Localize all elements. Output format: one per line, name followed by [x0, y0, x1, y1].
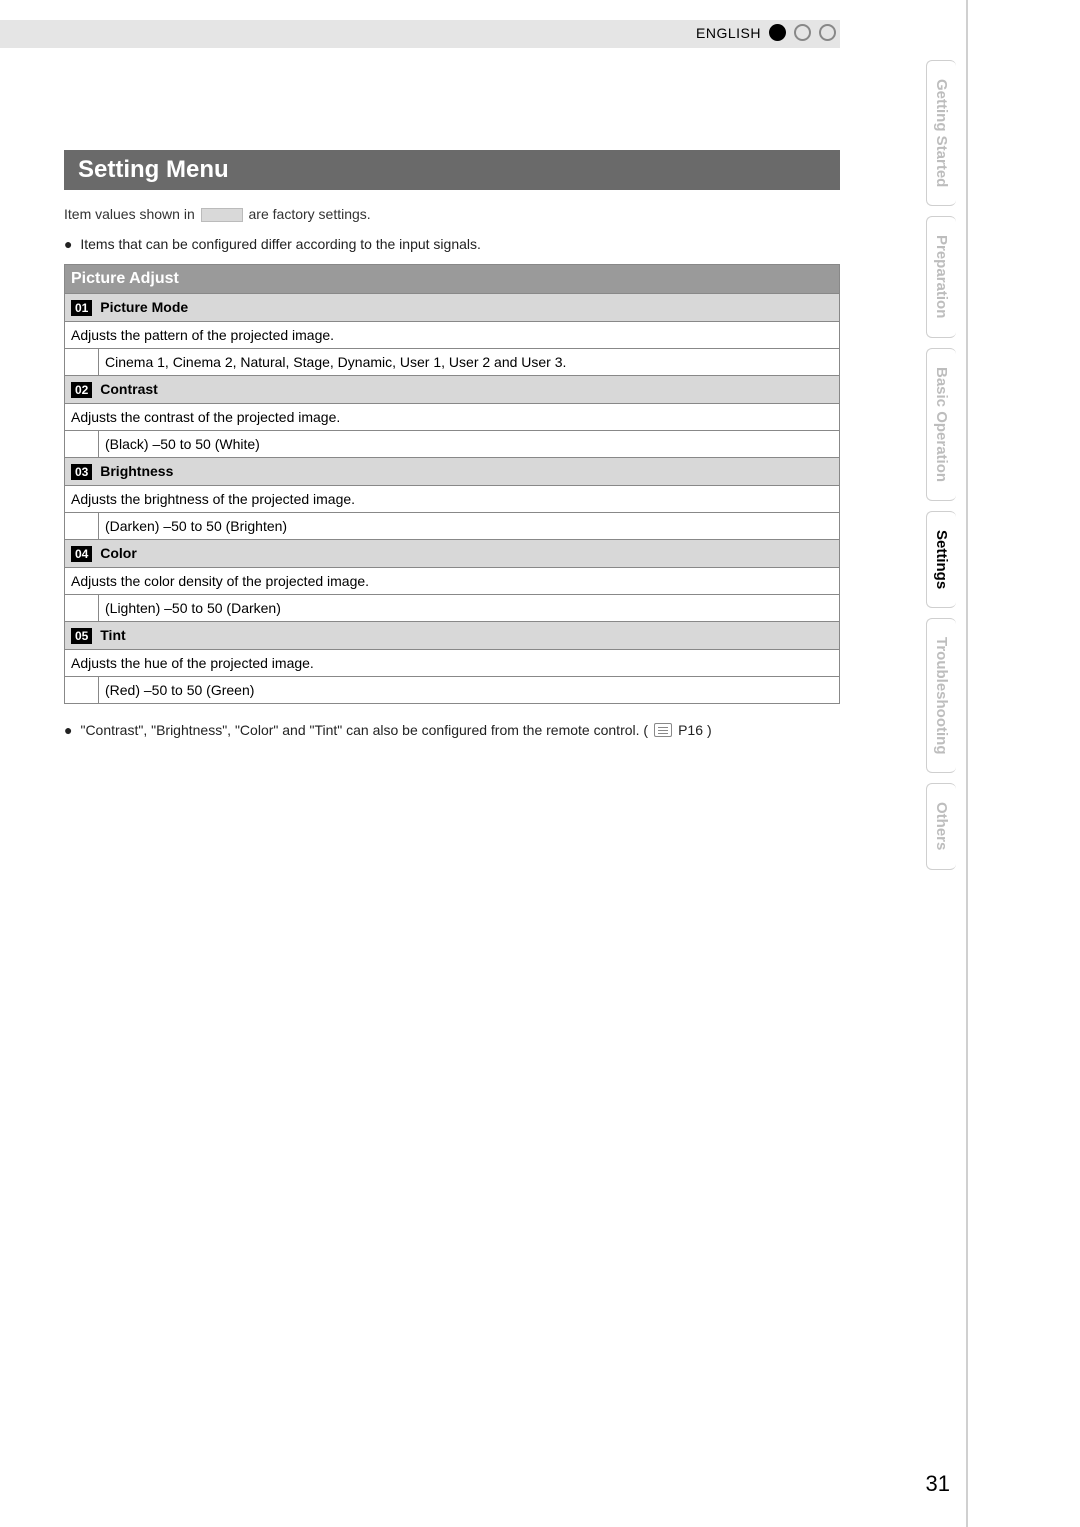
item-number: 05	[71, 628, 92, 644]
content-area: Setting Menu Item values shown in are fa…	[64, 150, 840, 738]
lang-dot-icon	[819, 24, 836, 41]
pad-cell	[65, 677, 99, 704]
pad-cell	[65, 349, 99, 376]
item-name: Brightness	[100, 463, 173, 479]
footnote-ref: P16	[678, 722, 703, 738]
pad-cell	[65, 513, 99, 540]
bullet-icon: ●	[64, 236, 72, 252]
section-picture-adjust: Picture Adjust	[65, 265, 840, 294]
language-indicator: ENGLISH	[696, 24, 836, 41]
pad-cell	[65, 431, 99, 458]
tab-others[interactable]: Others	[926, 783, 956, 869]
pad-cell	[65, 595, 99, 622]
row-desc: Adjusts the pattern of the projected ima…	[65, 322, 840, 349]
item-number: 03	[71, 464, 92, 480]
item-name: Picture Mode	[100, 299, 188, 315]
item-number: 02	[71, 382, 92, 398]
row-range: (Red) –50 to 50 (Green)	[99, 677, 840, 704]
row-range: (Lighten) –50 to 50 (Darken)	[99, 595, 840, 622]
tab-troubleshooting[interactable]: Troubleshooting	[926, 618, 956, 774]
row-range: Cinema 1, Cinema 2, Natural, Stage, Dyna…	[99, 349, 840, 376]
row-picture-mode: 01 Picture Mode	[65, 294, 840, 322]
intro-signal-text: Items that can be configured differ acco…	[80, 236, 481, 252]
intro-factory-note: Item values shown in are factory setting…	[64, 206, 840, 222]
item-name: Tint	[100, 627, 125, 643]
intro-text-b: are factory settings.	[249, 206, 371, 222]
row-range: (Black) –50 to 50 (White)	[99, 431, 840, 458]
row-desc: Adjusts the hue of the projected image.	[65, 650, 840, 677]
item-number: 04	[71, 546, 92, 562]
row-desc: Adjusts the contrast of the projected im…	[65, 404, 840, 431]
factory-swatch-icon	[201, 208, 243, 222]
intro-text-a: Item values shown in	[64, 206, 199, 222]
item-number: 01	[71, 300, 92, 316]
tab-preparation[interactable]: Preparation	[926, 216, 956, 337]
page-reference-icon	[654, 723, 672, 737]
bullet-icon: ●	[64, 722, 72, 738]
row-range: (Darken) –50 to 50 (Brighten)	[99, 513, 840, 540]
row-desc: Adjusts the color density of the project…	[65, 568, 840, 595]
page-title: Setting Menu	[64, 150, 840, 190]
tab-basic-operation[interactable]: Basic Operation	[926, 348, 956, 501]
page-number: 31	[926, 1471, 950, 1497]
language-label: ENGLISH	[696, 25, 761, 41]
row-contrast: 02 Contrast	[65, 376, 840, 404]
footnote-text-b: )	[707, 722, 712, 738]
row-tint: 05 Tint	[65, 622, 840, 650]
item-name: Color	[100, 545, 137, 561]
row-brightness: 03 Brightness	[65, 458, 840, 486]
item-name: Contrast	[100, 381, 158, 397]
row-color: 04 Color	[65, 540, 840, 568]
intro-signal-note: ● Items that can be configured differ ac…	[64, 236, 840, 252]
tab-getting-started[interactable]: Getting Started	[926, 60, 956, 206]
page-edge-line	[966, 0, 968, 1527]
side-tabs: Getting Started Preparation Basic Operat…	[926, 60, 962, 880]
lang-dot-icon	[794, 24, 811, 41]
row-desc: Adjusts the brightness of the projected …	[65, 486, 840, 513]
lang-dot-active-icon	[769, 24, 786, 41]
footnote: ● "Contrast", "Brightness", "Color" and …	[64, 722, 840, 738]
footnote-text-a: "Contrast", "Brightness", "Color" and "T…	[80, 722, 648, 738]
tab-settings[interactable]: Settings	[926, 511, 956, 608]
settings-table: Picture Adjust 01 Picture Mode Adjusts t…	[64, 264, 840, 704]
